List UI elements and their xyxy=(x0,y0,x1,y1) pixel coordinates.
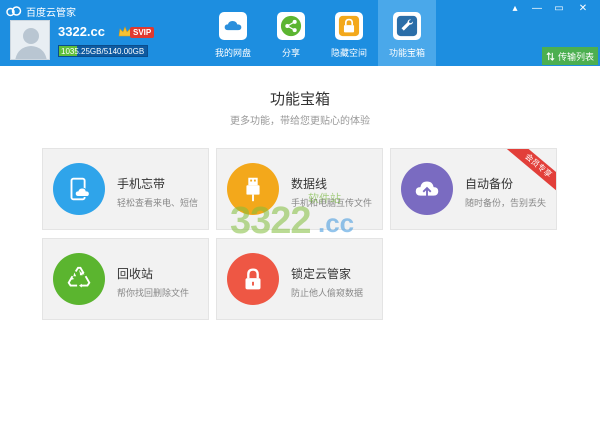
page-subtitle: 更多功能，带给您更贴心的体验 xyxy=(0,112,600,127)
nav-toolbox-label: 功能宝箱 xyxy=(389,46,425,59)
app-title: 百度云管家 xyxy=(6,4,76,19)
phone-cloud-icon xyxy=(53,163,105,215)
transfer-list-label: 传输列表 xyxy=(558,50,594,63)
card-lock-manager[interactable]: 锁定云管家 防止他人偷窥数据 xyxy=(216,238,383,320)
card-phone-forgot[interactable]: 手机忘带 轻松查看来电、短信 xyxy=(42,148,209,230)
skin-icon[interactable]: ▴ xyxy=(506,2,524,16)
nav-share[interactable]: 分享 xyxy=(262,0,320,66)
wrench-icon xyxy=(393,12,421,40)
minimize-icon[interactable]: — xyxy=(528,2,546,16)
main-nav: 我的网盘 分享 隐藏空间 xyxy=(204,0,436,66)
avatar-silhouette-icon xyxy=(11,21,50,60)
card-title: 回收站 xyxy=(117,265,153,282)
nav-hidden-space[interactable]: 隐藏空间 xyxy=(320,0,378,66)
watermark-caption: 软件站 xyxy=(308,190,341,206)
nav-hidden-space-label: 隐藏空间 xyxy=(331,46,367,59)
vip-badge-label: SVIP xyxy=(130,27,154,38)
card-title: 自动备份 xyxy=(465,175,513,192)
card-title: 锁定云管家 xyxy=(291,265,351,282)
close-icon[interactable]: ✕ xyxy=(572,2,594,16)
nav-share-label: 分享 xyxy=(282,46,300,59)
vip-badge[interactable]: SVIP xyxy=(118,26,154,38)
site-watermark: 3322 .cc 软件站 xyxy=(226,190,376,246)
baidu-cloud-logo-icon xyxy=(6,6,22,17)
maximize-icon[interactable]: ▭ xyxy=(550,2,568,16)
avatar[interactable] xyxy=(10,20,50,60)
title-bar: 百度云管家 ▴ — ▭ ✕ 3322.cc SVIP 1035.25GB/514… xyxy=(0,0,600,66)
card-description: 帮你找回删除文件 xyxy=(117,286,189,299)
username[interactable]: 3322.cc xyxy=(58,24,105,39)
recycle-icon xyxy=(53,253,105,305)
app-title-text: 百度云管家 xyxy=(26,4,76,19)
card-description: 随时备份，告别丢失 xyxy=(465,196,546,209)
transfer-icon xyxy=(546,52,555,61)
nav-my-disk-label: 我的网盘 xyxy=(215,46,251,59)
watermark-suffix: .cc xyxy=(318,208,354,239)
card-title: 手机忘带 xyxy=(117,175,165,192)
nav-my-disk[interactable]: 我的网盘 xyxy=(204,0,262,66)
card-description: 防止他人偷窥数据 xyxy=(291,286,363,299)
card-auto-backup[interactable]: 自动备份 随时备份，告别丢失 会员专享 xyxy=(390,148,557,230)
upload-cloud-icon xyxy=(401,163,453,215)
cloud-icon xyxy=(219,12,247,40)
storage-text: 1035.25GB/5140.00GB xyxy=(61,46,144,57)
card-recycle-bin[interactable]: 回收站 帮你找回删除文件 xyxy=(42,238,209,320)
storage-bar: 1035.25GB/5140.00GB xyxy=(58,45,148,57)
page-title: 功能宝箱 xyxy=(0,88,600,109)
transfer-list-button[interactable]: 传输列表 xyxy=(542,47,598,65)
window-controls: ▴ — ▭ ✕ xyxy=(506,2,594,16)
lock-icon xyxy=(335,12,363,40)
nav-toolbox[interactable]: 功能宝箱 xyxy=(378,0,436,66)
padlock-icon xyxy=(227,253,279,305)
watermark-number: 3322 xyxy=(230,200,311,243)
share-icon xyxy=(277,12,305,40)
card-description: 轻松查看来电、短信 xyxy=(117,196,198,209)
